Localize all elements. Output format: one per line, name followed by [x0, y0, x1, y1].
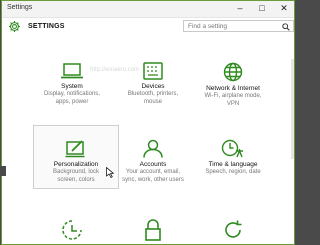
tile-time-language[interactable]: Time & language Speech, region, date — [190, 139, 276, 177]
tile-ease-of-access[interactable] — [29, 219, 115, 241]
gear-icon — [8, 20, 21, 33]
person-icon — [143, 139, 163, 158]
tile-personalization[interactable]: Personalization Background, lock screen,… — [33, 125, 119, 189]
tile-description: apps, power — [55, 98, 89, 105]
tile-privacy[interactable] — [110, 219, 196, 241]
laptop-icon — [61, 63, 83, 79]
tile-label: System — [61, 83, 83, 90]
window-title: Settings — [7, 4, 33, 11]
tile-label: Devices — [141, 83, 165, 90]
scrollbar[interactable] — [291, 59, 294, 159]
tile-label: Time & language — [208, 161, 258, 168]
tile-description: Display, notifications, — [44, 91, 100, 97]
tile-description: sync, work, other users — [122, 176, 184, 183]
paint-icon — [65, 140, 85, 158]
tile-system[interactable]: System Display, notifications, apps, pow… — [29, 62, 115, 106]
update-icon — [225, 220, 242, 238]
minimize-button[interactable]: – — [230, 1, 250, 16]
settings-window: Settings – □ ✕ SETTINGS Find a setting h… — [1, 0, 295, 245]
tile-description: Bluetooth, printers, — [127, 91, 179, 97]
lock-icon — [145, 219, 161, 241]
settings-header: SETTINGS Find a setting — [2, 17, 294, 37]
tile-description: Wi-Fi, airplane mode, — [204, 93, 262, 99]
ease-of-access-icon — [62, 220, 82, 240]
search-placeholder: Find a setting — [188, 22, 228, 30]
tile-description: Speech, region, date — [205, 169, 261, 175]
tile-devices[interactable]: Devices Bluetooth, printers, mouse — [110, 62, 196, 106]
maximize-button[interactable]: □ — [252, 1, 272, 16]
close-button[interactable]: ✕ — [274, 1, 294, 16]
tile-description: VPN — [226, 100, 240, 107]
tile-label: Network & Internet — [206, 85, 260, 92]
search-icon[interactable] — [282, 22, 290, 31]
tile-label: Accounts — [139, 161, 167, 168]
tile-network[interactable]: Network & Internet Wi-Fi, airplane mode,… — [190, 62, 276, 108]
clock-icon — [221, 139, 243, 158]
title-bar: Settings – □ ✕ — [2, 1, 294, 18]
tile-update-security[interactable] — [190, 219, 276, 241]
tile-accounts[interactable]: Accounts Your account, email, sync, work… — [110, 139, 196, 184]
search-input[interactable]: Find a setting — [183, 20, 294, 32]
globe-icon — [223, 62, 243, 82]
tile-description: mouse — [143, 98, 162, 105]
tile-description: Your account, email, — [125, 169, 181, 175]
desktop-edge — [0, 166, 6, 176]
keyboard-icon — [143, 62, 163, 80]
page-title: SETTINGS — [28, 23, 65, 30]
